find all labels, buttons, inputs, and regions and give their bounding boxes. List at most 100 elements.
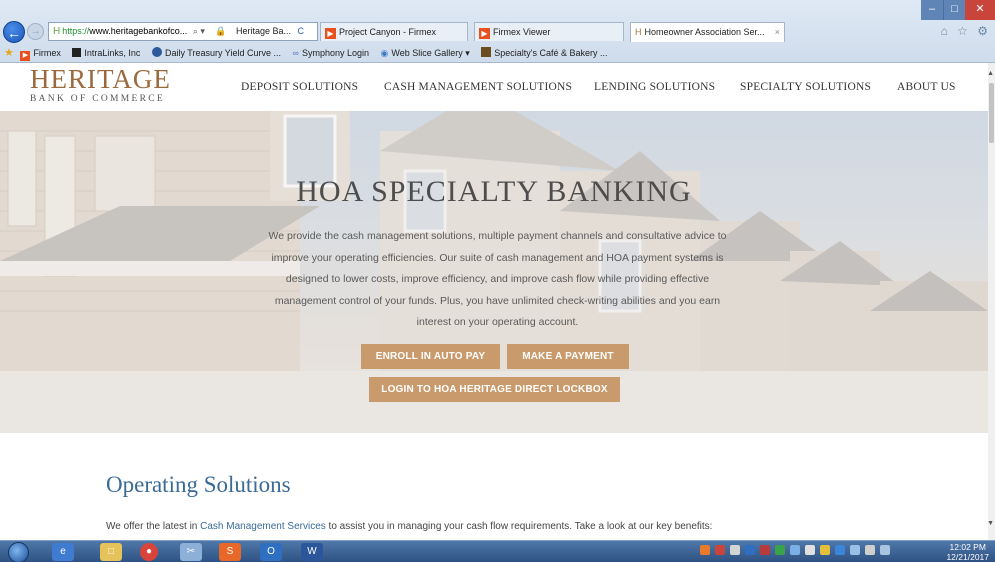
- hero-line: interest on your operating account.: [416, 316, 579, 328]
- favorites-star-icon[interactable]: ★: [4, 47, 14, 59]
- favorite-web-slice[interactable]: ◉ Web Slice Gallery ▾: [381, 48, 470, 58]
- firmex-icon: ▶: [20, 51, 31, 61]
- favorite-label: Specialty's Café & Bakery ...: [494, 48, 608, 58]
- url-scheme: https://: [62, 26, 90, 36]
- logo-sub-text: BANK OF COMMERCE: [30, 94, 165, 104]
- tab-firmex-viewer[interactable]: ▶ Firmex Viewer: [474, 22, 624, 41]
- favorite-treasury[interactable]: Daily Treasury Yield Curve ...: [151, 47, 281, 58]
- nav-specialty-solutions[interactable]: SPECIALTY SOLUTIONS: [740, 81, 871, 93]
- tray-app-icon[interactable]: [715, 545, 725, 555]
- close-window-button[interactable]: ✕: [965, 0, 995, 20]
- nav-about-us[interactable]: ABOUT US: [897, 81, 956, 93]
- tray-app-icon[interactable]: [835, 545, 845, 555]
- scroll-down-icon[interactable]: ▼: [987, 520, 994, 527]
- section-title: Operating Solutions: [106, 472, 291, 497]
- minimize-button[interactable]: –: [921, 0, 943, 20]
- scroll-up-icon[interactable]: ▲: [987, 70, 994, 77]
- intro-text: to assist you in managing your cash flow…: [325, 521, 713, 532]
- site-header: HERITAGE BANK OF COMMERCE DEPOSIT SOLUTI…: [0, 63, 988, 111]
- hero-banner: HOA SPECIALTY BANKING We provide the cas…: [0, 111, 988, 433]
- tab-label: Firmex Viewer: [493, 27, 551, 37]
- tray-app-icon[interactable]: [820, 545, 830, 555]
- hero-title: HOA SPECIALTY BANKING: [296, 175, 692, 208]
- tray-app-icon[interactable]: [760, 545, 770, 555]
- symphony-icon: ∞: [292, 48, 299, 58]
- word-icon[interactable]: W: [301, 543, 323, 561]
- window-controls: – □ ✕: [921, 0, 995, 20]
- cash-management-link[interactable]: Cash Management Services: [200, 521, 326, 532]
- file-explorer-icon[interactable]: □: [100, 543, 122, 561]
- snipping-tool-icon[interactable]: ✂: [180, 543, 202, 561]
- clock-time: 12:02 PM: [949, 542, 986, 552]
- intro-text: We offer the latest in: [106, 521, 201, 532]
- web-slice-icon: ◉: [380, 48, 389, 58]
- taskbar-clock[interactable]: 12:02 PM 12/21/2017: [946, 542, 989, 562]
- internet-explorer-icon[interactable]: e: [52, 543, 74, 561]
- tray-app-icon[interactable]: [730, 545, 740, 555]
- browser-chrome: ← → Hhttps://www.heritagebankofco... ⌕ ▾…: [0, 0, 995, 63]
- favorite-specialtys[interactable]: Specialty's Café & Bakery ...: [481, 47, 608, 58]
- nav-lending-solutions[interactable]: LENDING SOLUTIONS: [594, 81, 715, 93]
- section-intro: We offer the latest in Cash Management S…: [106, 521, 712, 532]
- favorite-label: Daily Treasury Yield Curve ...: [164, 48, 281, 58]
- tab-heritage[interactable]: Heritage Ba... C: [232, 22, 318, 41]
- hero-description: We provide the cash management solutions…: [255, 226, 740, 334]
- back-arrow-icon[interactable]: ←: [3, 21, 25, 43]
- chrome-icon[interactable]: ●: [140, 543, 158, 561]
- home-favorites-settings-icons[interactable]: ⌂ ☆ ⚙: [941, 24, 991, 38]
- lock-icon[interactable]: 🔒: [215, 26, 226, 36]
- tab-label: Project Canyon - Firmex: [339, 27, 437, 37]
- enroll-auto-pay-button[interactable]: ENROLL IN AUTO PAY: [361, 344, 500, 369]
- make-payment-button[interactable]: MAKE A PAYMENT: [507, 344, 629, 369]
- network-icon[interactable]: [850, 545, 860, 555]
- sublime-icon[interactable]: S: [219, 543, 241, 561]
- close-tab-icon[interactable]: ×: [775, 23, 780, 41]
- tray-app-icon[interactable]: [700, 545, 710, 555]
- tray-app-icon[interactable]: [805, 545, 815, 555]
- favorites-bar: ★ ▶ Firmex IntraLinks, Inc Daily Treasury…: [0, 44, 995, 62]
- treasury-icon: [151, 47, 162, 57]
- logo-main-text: HERITAGE: [30, 64, 171, 94]
- tray-app-icon[interactable]: [775, 545, 785, 555]
- tab-homeowner-association[interactable]: H Homeowner Association Ser... ×: [630, 22, 785, 42]
- scroll-thumb[interactable]: [989, 83, 994, 143]
- favorite-label: Symphony Login: [301, 48, 369, 58]
- maximize-button[interactable]: □: [943, 0, 965, 20]
- favorite-intralinks[interactable]: IntraLinks, Inc: [72, 48, 140, 58]
- outlook-icon[interactable]: O: [260, 543, 282, 561]
- tray-app-icon[interactable]: [790, 545, 800, 555]
- flag-icon[interactable]: [880, 545, 890, 555]
- favorite-label: Web Slice Gallery ▾: [391, 48, 470, 58]
- tab-label: Homeowner Association Ser...: [644, 27, 765, 37]
- search-dropdown-icon[interactable]: ⌕ ▾: [193, 26, 205, 36]
- favorite-symphony[interactable]: ∞ Symphony Login: [293, 48, 369, 58]
- url-host: www.heritagebankofco...: [89, 26, 188, 36]
- favorite-firmex[interactable]: ▶ Firmex: [20, 48, 61, 61]
- site-favicon-icon: H: [53, 26, 61, 37]
- tab-label: Heritage Ba...: [236, 26, 292, 36]
- intralinks-icon: [72, 48, 82, 57]
- hero-line: designed to lower costs, improve efficie…: [285, 273, 710, 285]
- heritage-favicon-icon: H: [635, 27, 642, 37]
- hero-line: management control of your funds. Plus, …: [274, 294, 721, 307]
- start-button[interactable]: [8, 542, 29, 562]
- hero-line: improve your operating efficiencies. Our…: [271, 251, 724, 264]
- clock-date: 12/21/2017: [946, 552, 989, 562]
- volume-icon[interactable]: [865, 545, 875, 555]
- heritage-logo[interactable]: HERITAGE BANK OF COMMERCE: [30, 64, 180, 105]
- hero-line: We provide the cash management solutions…: [268, 230, 727, 242]
- firmex-icon: ▶: [325, 28, 336, 39]
- tab-project-canyon[interactable]: ▶ Project Canyon - Firmex: [320, 22, 468, 41]
- firmex-icon: ▶: [479, 28, 490, 39]
- favorite-label: IntraLinks, Inc: [84, 48, 141, 58]
- nav-cash-management-solutions[interactable]: CASH MANAGEMENT SOLUTIONS: [384, 81, 572, 93]
- refresh-icon[interactable]: C: [298, 26, 305, 36]
- cafe-icon: [481, 47, 492, 57]
- tray-app-icon[interactable]: [745, 545, 755, 555]
- forward-arrow-icon[interactable]: →: [27, 23, 44, 40]
- system-tray: [700, 545, 890, 555]
- windows-taskbar: e □ ● ✂ S O W 12:02 PM 12/21/2017: [0, 540, 995, 562]
- favorite-label: Firmex: [33, 48, 61, 58]
- login-lockbox-button[interactable]: LOGIN TO HOA HERITAGE DIRECT LOCKBOX: [369, 377, 620, 402]
- nav-deposit-solutions[interactable]: DEPOSIT SOLUTIONS: [241, 81, 358, 93]
